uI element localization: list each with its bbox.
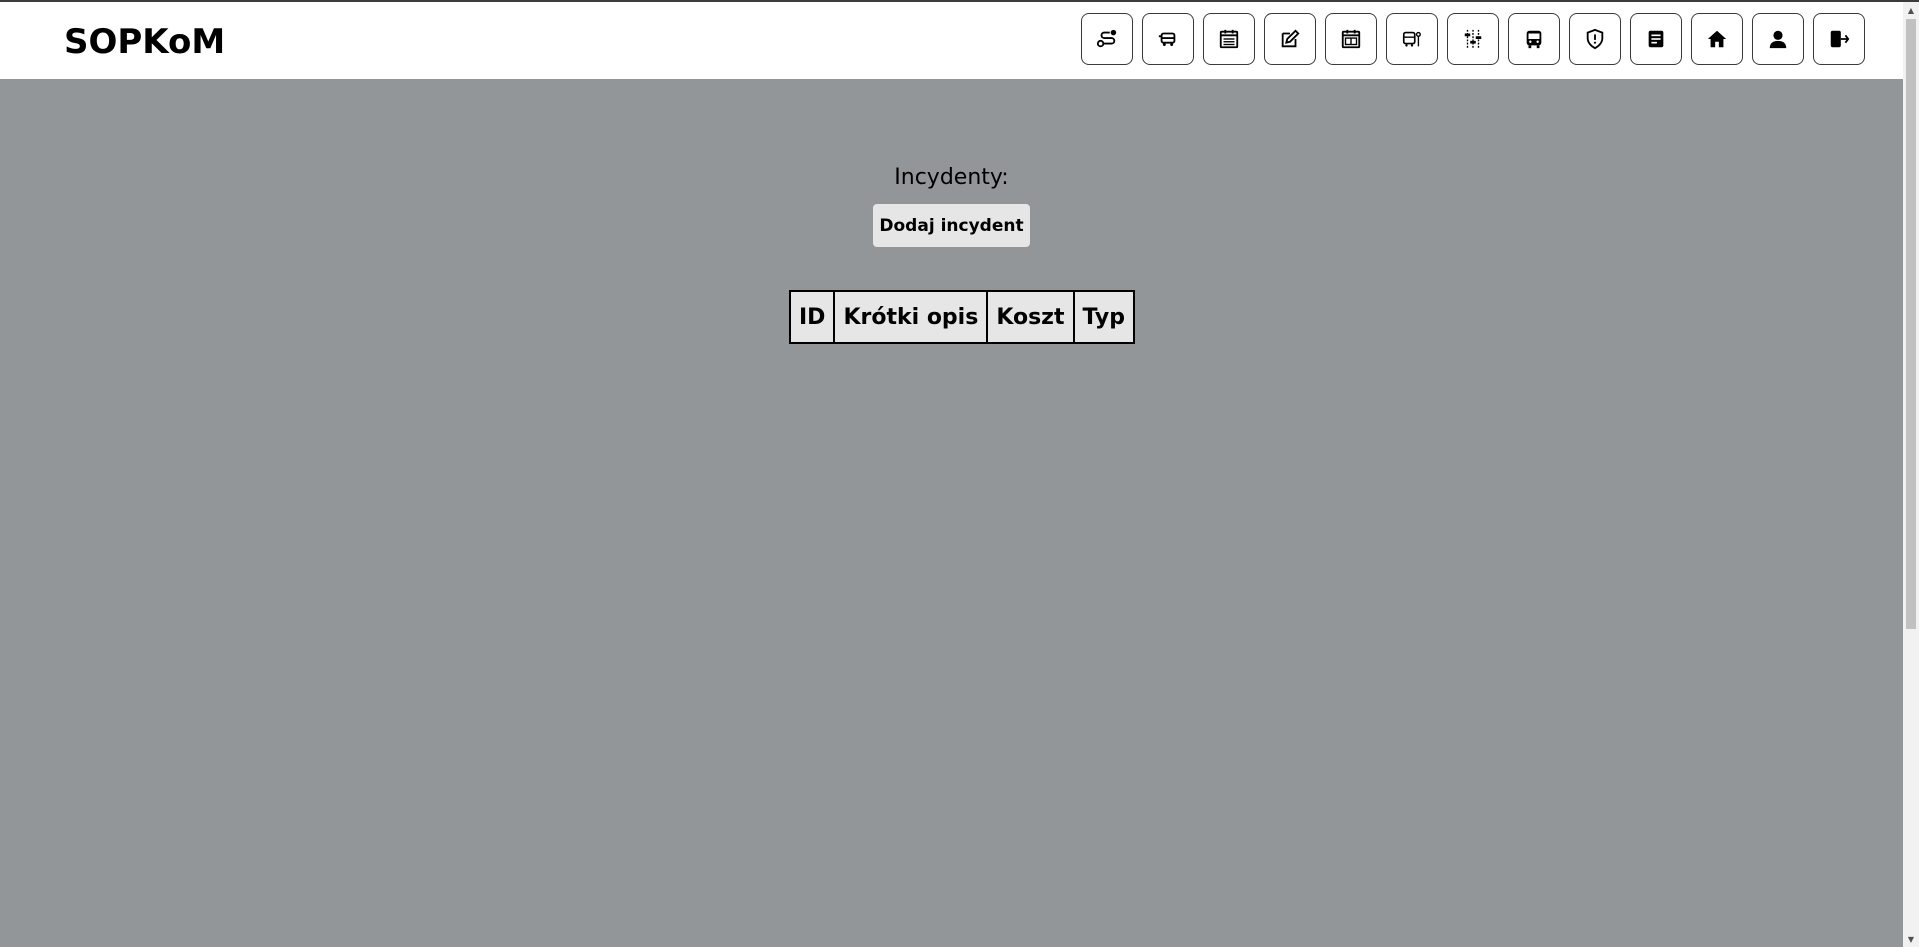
add-incident-button[interactable]: Dodaj incydent: [873, 204, 1030, 247]
bus-service-icon: [1158, 32, 1176, 46]
nav-button-bus-service[interactable]: [1142, 13, 1194, 65]
brand-logo[interactable]: SOPKoM: [64, 22, 225, 62]
sliders-icon: [1464, 29, 1482, 49]
navbar: SOPKoM: [0, 2, 1903, 79]
nav-button-group: [1081, 13, 1865, 65]
nav-button-profile[interactable]: [1752, 13, 1804, 65]
scroll-down-arrow-icon[interactable]: ▼: [1903, 931, 1919, 947]
scroll-up-arrow-icon[interactable]: ▲: [1903, 2, 1919, 18]
timetable-icon: [1341, 29, 1361, 49]
column-header-description: Krótki opis: [833, 290, 989, 344]
nav-button-logout[interactable]: [1813, 13, 1865, 65]
scrollbar-thumb[interactable]: [1906, 19, 1916, 629]
bus-stop-icon: [1402, 31, 1421, 47]
nav-button-settings[interactable]: [1447, 13, 1499, 65]
nav-button-incidents[interactable]: [1569, 13, 1621, 65]
nav-button-timetable[interactable]: [1325, 13, 1377, 65]
table-header-row: ID Krótki opis Koszt Typ: [788, 290, 1136, 344]
bus-icon: [1526, 30, 1542, 49]
user-icon: [1769, 30, 1787, 49]
route-icon: [1096, 29, 1117, 48]
nav-button-home[interactable]: [1691, 13, 1743, 65]
shield-alert-icon: [1586, 28, 1604, 50]
vertical-scrollbar[interactable]: ▲ ▼: [1903, 2, 1919, 947]
schedule-list-icon: [1219, 29, 1239, 49]
home-icon: [1707, 30, 1727, 48]
column-header-type: Typ: [1072, 290, 1136, 344]
nav-button-edit[interactable]: [1264, 13, 1316, 65]
document-icon: [1648, 30, 1664, 48]
column-header-cost: Koszt: [986, 290, 1075, 344]
column-header-id: ID: [788, 290, 836, 344]
edit-icon: [1281, 29, 1300, 48]
nav-button-routes[interactable]: [1081, 13, 1133, 65]
page-title: Incydenty:: [894, 165, 1009, 190]
nav-button-bus-stops[interactable]: [1386, 13, 1438, 65]
incidents-table: ID Krótki opis Koszt Typ: [788, 290, 1136, 344]
nav-button-schedule[interactable]: [1203, 13, 1255, 65]
nav-button-buses[interactable]: [1508, 13, 1560, 65]
nav-button-reports[interactable]: [1630, 13, 1682, 65]
logout-icon: [1830, 30, 1850, 48]
